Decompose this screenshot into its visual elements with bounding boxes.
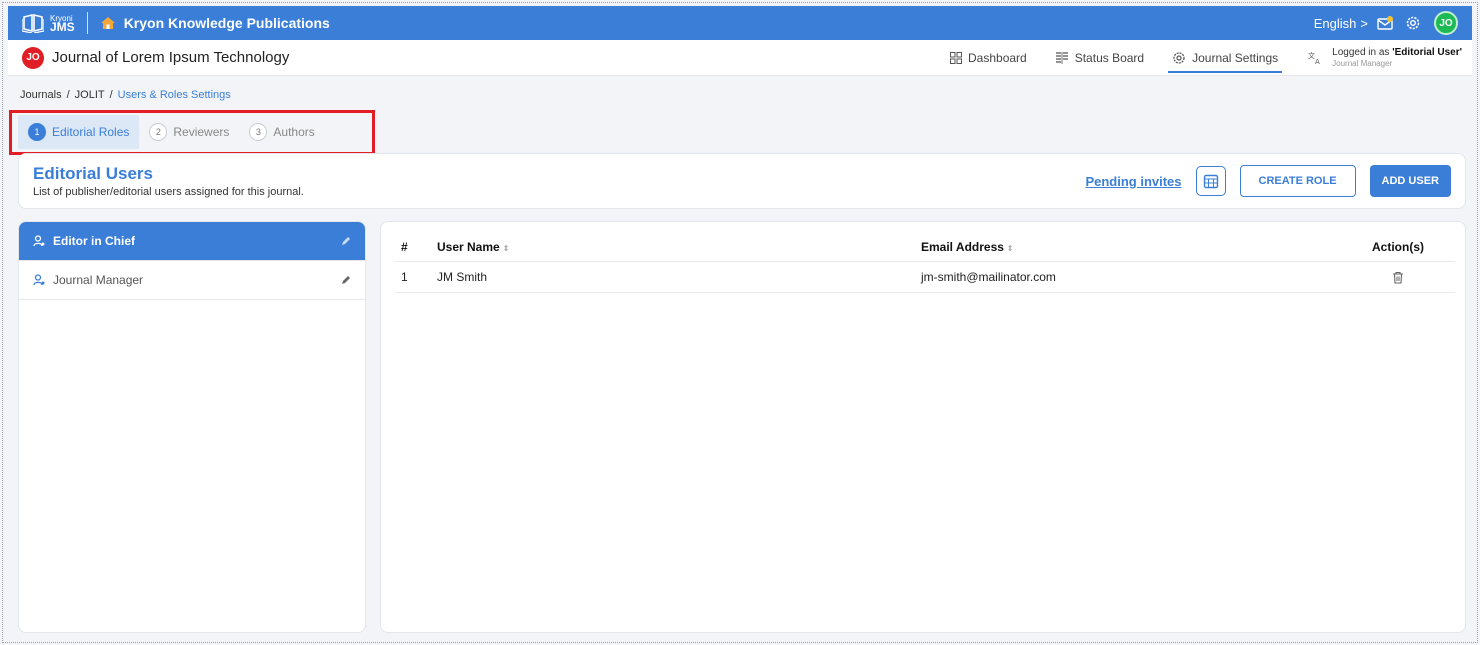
journal-avatar: JO (22, 46, 44, 69)
col-user-name[interactable]: User Name ⇕ (437, 240, 921, 254)
nav-label: Dashboard (968, 50, 1027, 65)
login-text: Logged in as 'Editorial User' Journal Ma… (1332, 47, 1462, 69)
journal-title: Journal of Lorem Ipsum Technology (52, 49, 290, 66)
breadcrumb-jolit[interactable]: JOLIT (75, 89, 105, 101)
col-email[interactable]: Email Address ⇕ (921, 240, 1341, 254)
header-actions: Pending invites CREATE ROLE ADD USER (1085, 165, 1451, 197)
table-row: 1 JM Smith jm-smith@mailinator.com (395, 262, 1455, 293)
book-logo-icon (22, 13, 44, 33)
grid-icon (950, 51, 962, 64)
home-icon (100, 17, 115, 29)
nav-label: Status Board (1074, 50, 1145, 65)
board-icon (1055, 51, 1068, 64)
user-role-icon (33, 274, 47, 286)
brand-text: Kryoni JMS (50, 14, 75, 34)
create-role-button[interactable]: CREATE ROLE (1239, 165, 1356, 197)
brand-big: JMS (50, 20, 75, 34)
nav-label: Journal Settings (1192, 50, 1279, 65)
translate-user-icon: 文 A (1308, 51, 1320, 65)
login-info[interactable]: 文 A Logged in as 'Editorial User' Journa… (1292, 40, 1472, 75)
col-number: # (401, 239, 408, 254)
divider (86, 12, 88, 34)
row-number: 1 (401, 270, 408, 284)
org-name: Kryon Knowledge Publications (123, 15, 330, 31)
journal-bar: JO Journal of Lorem Ipsum Technology Das… (8, 40, 1472, 76)
trash-icon (1393, 271, 1403, 284)
pending-invites-link[interactable]: Pending invites (1085, 174, 1181, 189)
users-table: # User Name ⇕ Email Address ⇕ Action(s) 1 … (395, 232, 1455, 293)
breadcrumb-journals[interactable]: Journals (20, 89, 62, 101)
row-email: jm-smith@mailinator.com (921, 270, 1056, 284)
page-subtitle: List of publisher/editorial users assign… (33, 186, 304, 198)
language-label: English (1313, 15, 1357, 31)
user-avatar[interactable]: JO (1434, 11, 1458, 35)
gear-icon[interactable] (1402, 12, 1424, 34)
svg-text:A: A (1315, 58, 1320, 65)
top-bar: Kryoni JMS Kryon Knowledge Publications … (8, 6, 1472, 40)
user-role-icon (33, 235, 47, 247)
delete-button[interactable] (1341, 271, 1455, 284)
users-panel: # User Name ⇕ Email Address ⇕ Action(s) 1 … (380, 221, 1466, 633)
breadcrumb: Journals / JOLIT / Users & Roles Setting… (20, 89, 231, 101)
login-prefix: Logged in as (1332, 46, 1390, 58)
sort-icon[interactable]: ⇕ (1007, 244, 1014, 253)
top-right-controls: English > JO (1314, 11, 1472, 35)
breadcrumb-separator: / (109, 89, 113, 101)
calendar-icon (1203, 174, 1218, 189)
header-text: Editorial Users List of publisher/editor… (33, 164, 304, 198)
org-link[interactable]: Kryon Knowledge Publications (100, 15, 330, 31)
row-user-name: JM Smith (437, 270, 488, 284)
highlight-annotation (9, 110, 375, 155)
nav-journal-settings[interactable]: Journal Settings (1158, 40, 1292, 75)
mail-icon[interactable] (1374, 12, 1396, 34)
calendar-button[interactable] (1195, 166, 1226, 196)
svg-text:文: 文 (1308, 51, 1315, 60)
sort-icon[interactable]: ⇕ (503, 244, 510, 253)
nav-status-board[interactable]: Status Board (1041, 40, 1158, 75)
pencil-icon[interactable] (341, 236, 351, 246)
breadcrumb-current: Users & Roles Settings (117, 89, 231, 101)
journal-nav: Dashboard Status Board Journal Settings … (936, 40, 1472, 75)
editorial-users-header: Editorial Users List of publisher/editor… (18, 153, 1466, 209)
col-label: Email Address (921, 239, 1004, 254)
language-selector[interactable]: English > (1314, 16, 1368, 31)
col-actions: Action(s) (1372, 239, 1424, 254)
role-item-editor-in-chief[interactable]: Editor in Chief (19, 222, 365, 261)
login-line: Logged in as 'Editorial User' (1332, 47, 1462, 58)
nav-dashboard[interactable]: Dashboard (936, 40, 1041, 75)
role-label: Editor in Chief (53, 234, 135, 248)
page-title: Editorial Users (33, 164, 153, 183)
roles-panel: Editor in Chief Journal Manager (18, 221, 366, 633)
breadcrumb-separator: / (66, 89, 70, 101)
role-item-journal-manager[interactable]: Journal Manager (19, 261, 365, 300)
login-role: Journal Manager (1332, 58, 1393, 68)
chevron-right-icon: > (1360, 15, 1368, 31)
add-user-button[interactable]: ADD USER (1369, 165, 1451, 197)
pencil-icon[interactable] (341, 275, 351, 285)
role-label: Journal Manager (53, 273, 144, 287)
login-user: 'Editorial User' (1392, 46, 1462, 58)
table-header: # User Name ⇕ Email Address ⇕ Action(s) (395, 232, 1455, 262)
brand[interactable]: Kryoni JMS (8, 6, 75, 40)
settings-icon (1173, 51, 1185, 64)
col-label: User Name (437, 239, 500, 254)
